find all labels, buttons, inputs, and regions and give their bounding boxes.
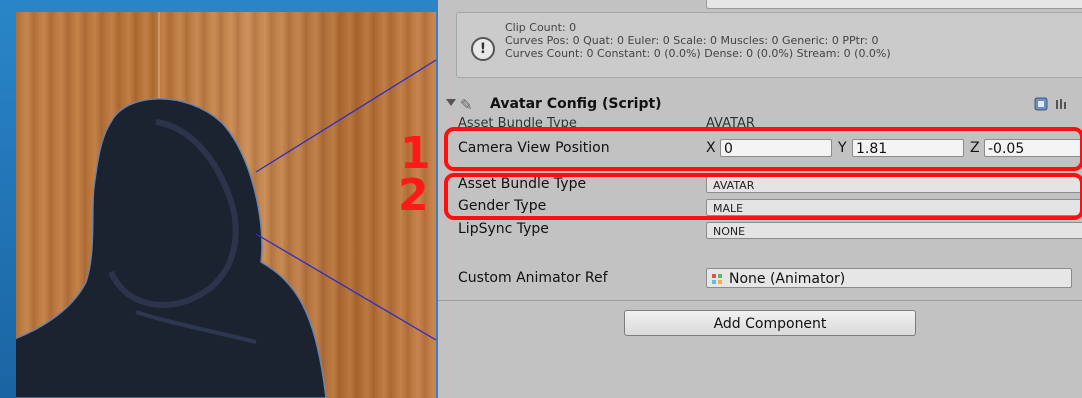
fold-triangle-icon[interactable]	[446, 99, 456, 106]
component-title: Avatar Config (Script)	[490, 96, 662, 112]
scene-viewport[interactable]	[16, 12, 436, 398]
info-helpbox: ! Clip Count: 0 Curves Pos: 0 Quat: 0 Eu…	[456, 12, 1082, 78]
divider	[438, 300, 1082, 301]
clip-count-text: Clip Count: 0	[505, 21, 577, 34]
lipsync-type-dropdown[interactable]: NONE	[706, 222, 1082, 239]
custom-animator-ref-field[interactable]: None (Animator)	[706, 268, 1072, 288]
lipsync-type-label: LipSync Type	[458, 221, 549, 237]
avatar-render	[16, 12, 436, 398]
top-field-stub[interactable]	[706, 0, 1082, 9]
animator-icon	[712, 274, 722, 284]
curves-pos-text: Curves Pos: 0 Quat: 0 Euler: 0 Scale: 0 …	[505, 34, 879, 47]
inspector-panel: ! Clip Count: 0 Curves Pos: 0 Quat: 0 Eu…	[436, 0, 1082, 398]
info-icon: !	[471, 37, 495, 61]
annotation-number-2: 2	[398, 170, 429, 221]
custom-animator-ref-label: Custom Animator Ref	[458, 270, 608, 286]
script-icon: ✎	[460, 96, 473, 114]
add-component-button[interactable]: Add Component	[624, 310, 916, 336]
component-header[interactable]: ✎ Avatar Config (Script)	[438, 95, 1082, 115]
custom-animator-ref-value: None (Animator)	[729, 271, 846, 287]
curves-count-text: Curves Count: 0 Constant: 0 (0.0%) Dense…	[505, 47, 891, 60]
help-icon[interactable]	[1034, 97, 1048, 111]
settings-icon[interactable]	[1054, 97, 1068, 111]
highlight-box-2	[444, 173, 1082, 220]
highlight-box-1	[444, 127, 1082, 171]
